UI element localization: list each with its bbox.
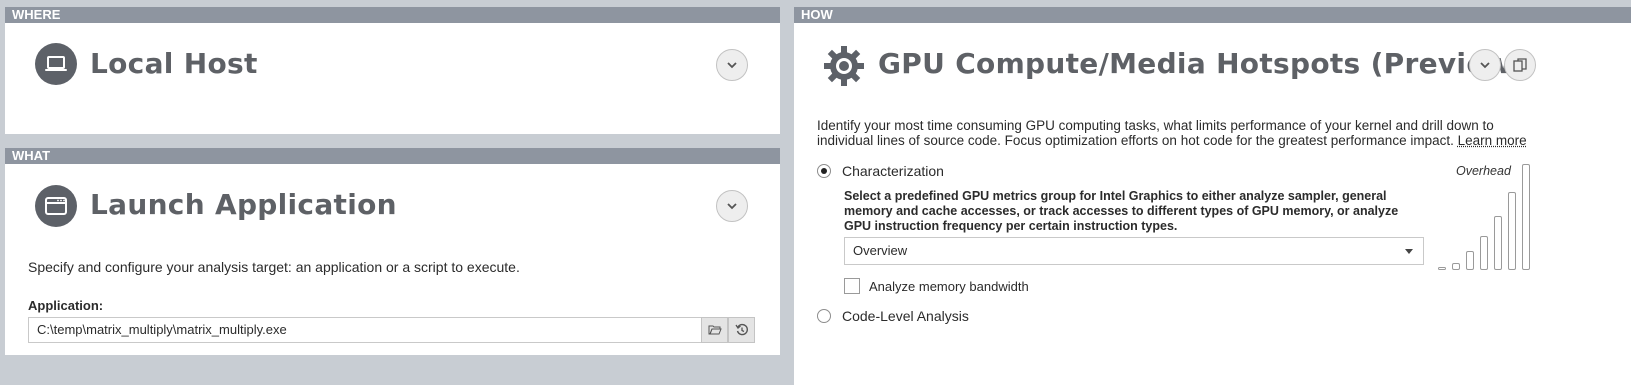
- chevron-down-icon: [727, 62, 737, 69]
- analyze-memory-checkbox[interactable]: [844, 278, 860, 294]
- learn-more-link[interactable]: Learn more: [1458, 133, 1527, 148]
- history-icon: [734, 323, 748, 336]
- characterization-desc-line1: Select a predefined GPU metrics group fo…: [844, 189, 1387, 203]
- what-header: WHAT: [5, 148, 780, 164]
- chevron-down-icon: [727, 203, 737, 210]
- code-level-radio[interactable]: [817, 309, 831, 323]
- characterization-radio[interactable]: [817, 164, 831, 178]
- how-pane: HOW GPU Compute/Media Hotspots (Preview)…: [794, 7, 1631, 385]
- overhead-bar-3: [1466, 251, 1474, 270]
- where-pane: WHERE Local Host: [5, 7, 780, 134]
- what-expand-button[interactable]: [716, 190, 748, 222]
- how-header: HOW: [794, 7, 1631, 23]
- laptop-icon: [35, 43, 77, 85]
- how-description-line1: Identify your most time consuming GPU co…: [817, 118, 1494, 133]
- where-header: WHERE: [5, 7, 780, 23]
- application-path-input[interactable]: C:\temp\matrix_multiply\matrix_multiply.…: [28, 317, 702, 343]
- folder-open-icon: [708, 325, 722, 335]
- overhead-bar-5: [1494, 216, 1502, 270]
- copy-button[interactable]: [1504, 49, 1536, 81]
- what-pane: WHAT Launch Application Specify and conf…: [5, 148, 780, 355]
- analyze-memory-label[interactable]: Analyze memory bandwidth: [869, 279, 1029, 294]
- characterization-desc-line3: GPU instruction frequency per certain in…: [844, 219, 1178, 233]
- dropdown-caret-icon: [1405, 249, 1413, 254]
- overhead-bar-7: [1522, 164, 1530, 270]
- copy-icon: [1513, 58, 1527, 72]
- characterization-desc-line2: memory and cache accesses, or track acce…: [844, 204, 1399, 218]
- how-description-line2: individual lines of source code. Focus o…: [817, 133, 1527, 148]
- what-description: Specify and configure your analysis targ…: [28, 259, 520, 275]
- history-button[interactable]: [728, 317, 755, 343]
- how-description-line2-text: individual lines of source code. Focus o…: [817, 133, 1454, 148]
- code-level-label[interactable]: Code-Level Analysis: [842, 308, 969, 324]
- overhead-indicator: [1438, 163, 1533, 270]
- chevron-down-icon: [1480, 62, 1490, 69]
- metrics-group-value: Overview: [853, 243, 908, 258]
- where-expand-button[interactable]: [716, 49, 748, 81]
- radio-selected-dot: [821, 168, 827, 174]
- how-title: GPU Compute/Media Hotspots (Preview): [878, 47, 1525, 80]
- metrics-group-select[interactable]: Overview: [844, 237, 1424, 265]
- overhead-bar-4: [1480, 236, 1488, 270]
- what-title: Launch Application: [90, 188, 397, 221]
- overhead-bar-6: [1508, 192, 1516, 270]
- overhead-bar-1: [1438, 267, 1446, 270]
- where-title: Local Host: [90, 47, 258, 80]
- application-label: Application:: [28, 298, 104, 313]
- how-expand-button[interactable]: [1469, 49, 1501, 81]
- characterization-label[interactable]: Characterization: [842, 163, 944, 179]
- gear-icon: [822, 44, 866, 88]
- overhead-bar-2: [1452, 263, 1460, 270]
- browse-button[interactable]: [701, 317, 728, 343]
- application-window-icon: [35, 185, 77, 227]
